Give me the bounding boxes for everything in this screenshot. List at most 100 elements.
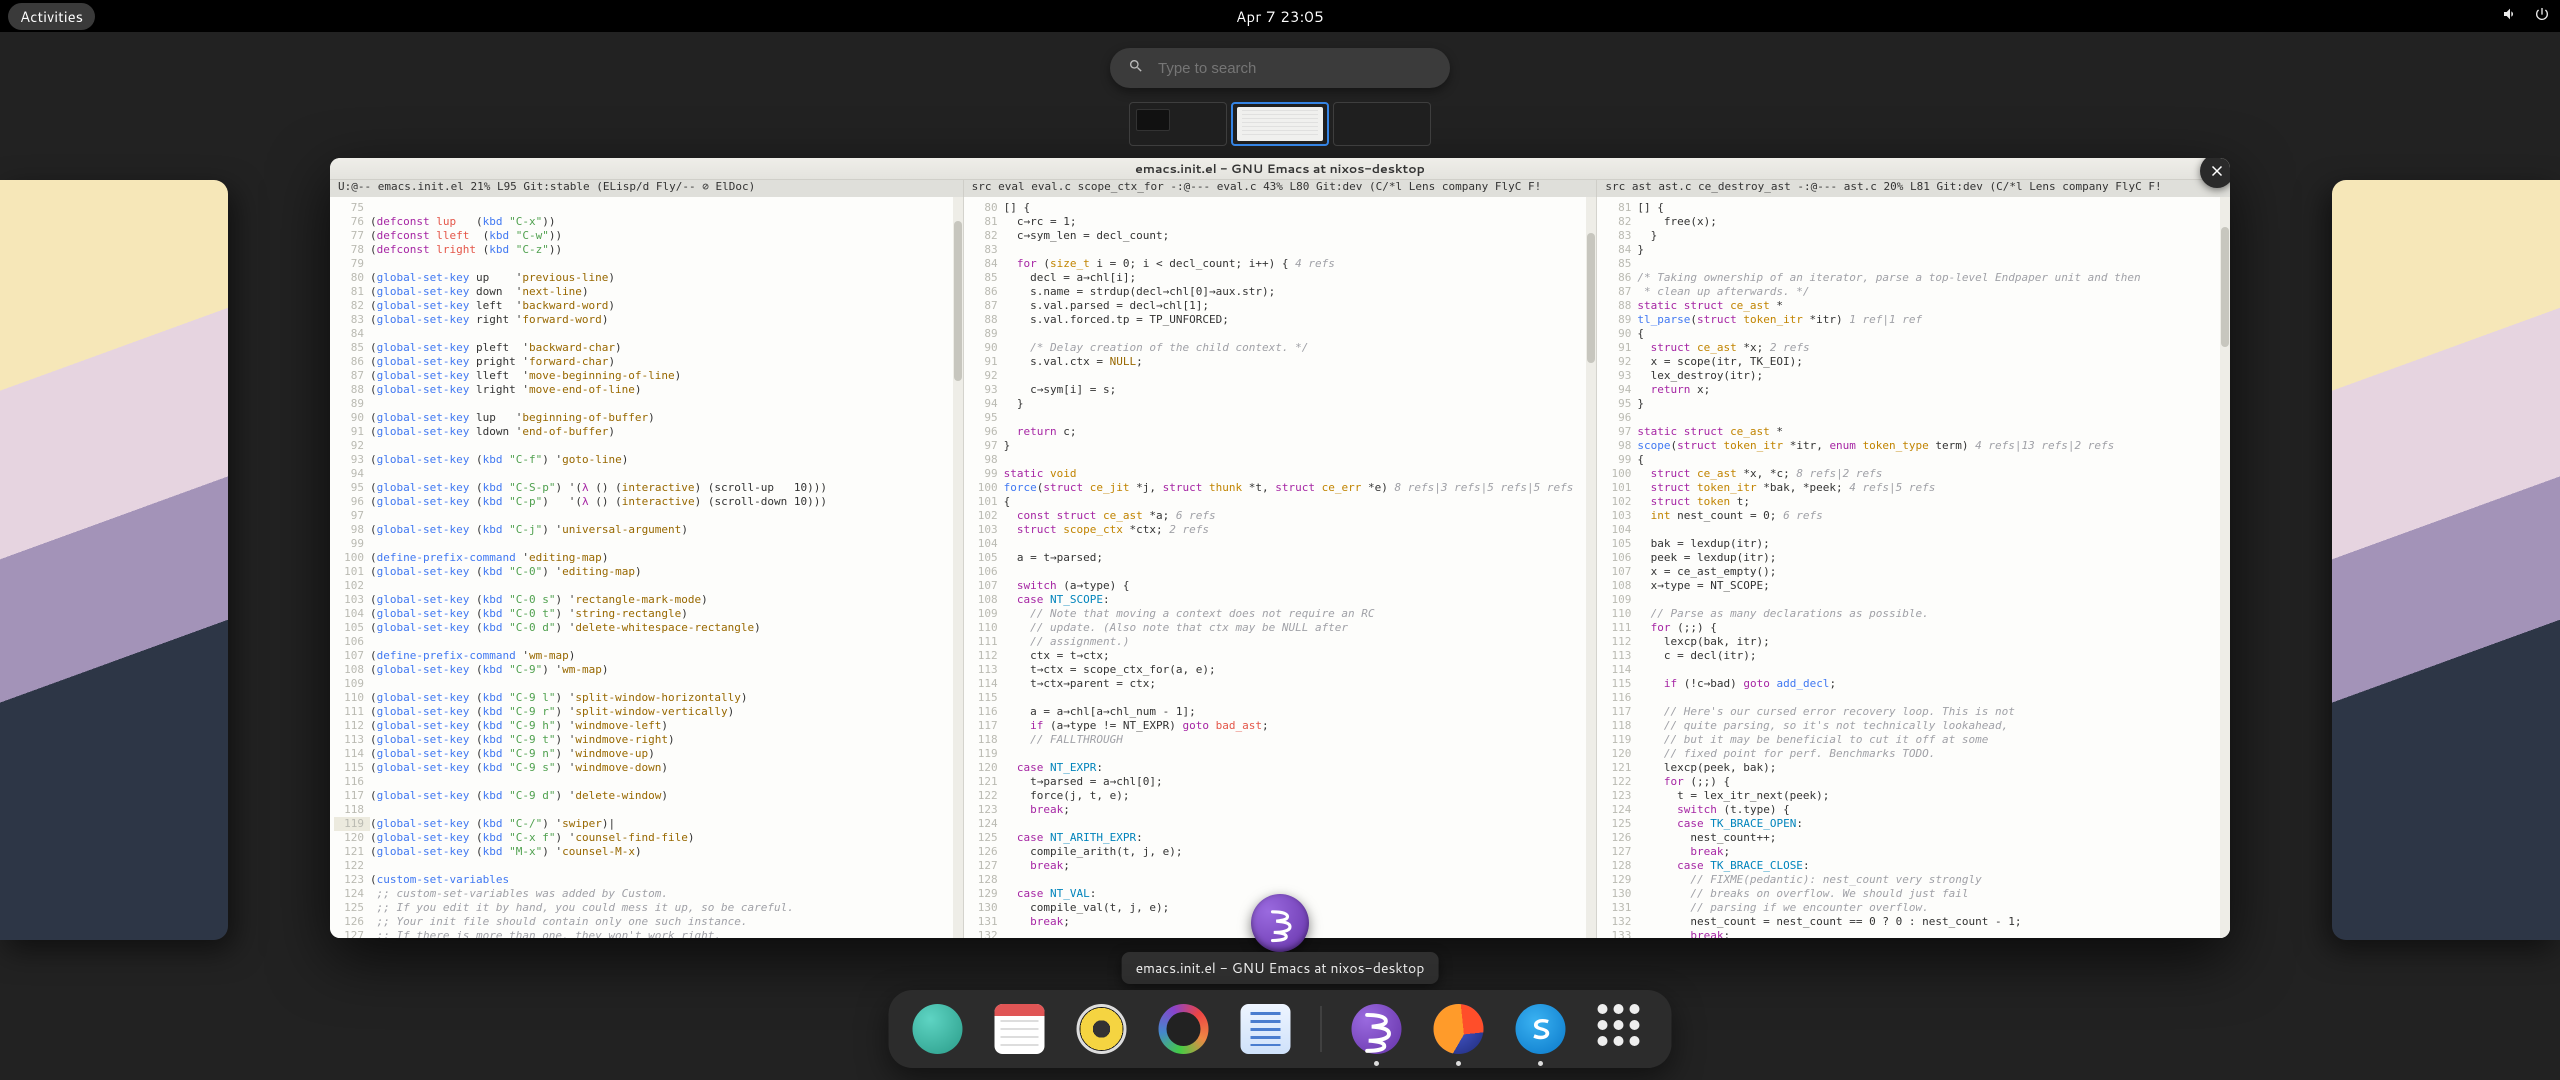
scrollbar-thumb[interactable] [2221, 227, 2229, 347]
code-line[interactable]: 127 break; [1601, 845, 2230, 859]
code-line[interactable]: 113 t→ctx = scope_ctx_for(a, e); [968, 663, 1597, 677]
power-icon[interactable] [2534, 6, 2550, 27]
code-line[interactable]: 126 ;; Your init file should contain onl… [334, 915, 963, 929]
code-line[interactable]: 117 // Here's our cursed error recovery … [1601, 705, 2230, 719]
dock-item-show-apps[interactable] [1596, 1002, 1650, 1056]
code-line[interactable]: 90(global-set-key lup 'beginning-of-buff… [334, 411, 963, 425]
code-line[interactable]: 121(global-set-key (kbd "M-x") 'counsel-… [334, 845, 963, 859]
code-line[interactable]: 120(global-set-key (kbd "C-x f") 'counse… [334, 831, 963, 845]
code-line[interactable]: 92 [334, 439, 963, 453]
code-line[interactable]: 123 break; [968, 803, 1597, 817]
code-line[interactable]: 93 c→sym[i] = s; [968, 383, 1597, 397]
code-line[interactable]: 123(custom-set-variables [334, 873, 963, 887]
scrollbar-thumb[interactable] [1587, 233, 1595, 363]
code-line[interactable]: 116 [334, 775, 963, 789]
code-line[interactable]: 85 [1601, 257, 2230, 271]
code-line[interactable]: 88(global-set-key lright 'move-end-of-li… [334, 383, 963, 397]
window-close-button[interactable] [2200, 158, 2230, 188]
code-line[interactable]: 124 [968, 817, 1597, 831]
code-line[interactable]: 92 [968, 369, 1597, 383]
code-line[interactable]: 77(defconst lleft (kbd "C-w")) [334, 229, 963, 243]
emacs-pane-left[interactable]: 7576(defconst lup (kbd "C-x"))77(defcons… [330, 197, 964, 938]
code-line[interactable]: 120 case NT_EXPR: [968, 761, 1597, 775]
code-line[interactable]: 84 for (size_t i = 0; i < decl_count; i+… [968, 257, 1597, 271]
overview-search[interactable] [1110, 48, 1450, 88]
dock-item-firefox[interactable] [1432, 1002, 1486, 1056]
code-line[interactable]: 124 switch (t.type) { [1601, 803, 2230, 817]
code-line[interactable]: 114 t→ctx→parent = ctx; [968, 677, 1597, 691]
code-line[interactable]: 97} [968, 439, 1597, 453]
code-line[interactable]: 87 s.val.parsed = decl→chl[1]; [968, 299, 1597, 313]
code-line[interactable]: 95} [1601, 397, 2230, 411]
dock-item-web-browser[interactable] [911, 1002, 965, 1056]
code-line[interactable]: 93 lex_destroy(itr); [1601, 369, 2230, 383]
code-line[interactable]: 126 compile_arith(t, j, e); [968, 845, 1597, 859]
code-line[interactable]: 106 peek = lexdup(itr); [1601, 551, 2230, 565]
code-line[interactable]: 83 [968, 243, 1597, 257]
code-line[interactable]: 90{ [1601, 327, 2230, 341]
code-line[interactable]: 112 lexcp(bak, itr); [1601, 635, 2230, 649]
code-line[interactable]: 116 a = a→chl[a→chl_num - 1]; [968, 705, 1597, 719]
code-line[interactable]: 99static void [968, 467, 1597, 481]
code-line[interactable]: 107(define-prefix-command 'wm-map) [334, 649, 963, 663]
dock-item-calendar[interactable] [993, 1002, 1047, 1056]
code-line[interactable]: 99 [334, 537, 963, 551]
code-line[interactable]: 127 ;; If there is more than one, they w… [334, 929, 963, 938]
dock-item-emacs[interactable] [1350, 1002, 1404, 1056]
code-line[interactable]: 129 // FIXME(pedantic): nest_count very … [1601, 873, 2230, 887]
code-line[interactable]: 88static struct ce_ast * [1601, 299, 2230, 313]
code-line[interactable]: 97static struct ce_ast * [1601, 425, 2230, 439]
code-line[interactable]: 94 return x; [1601, 383, 2230, 397]
code-line[interactable]: 107 x = ce_ast_empty(); [1601, 565, 2230, 579]
code-line[interactable]: 104 [968, 537, 1597, 551]
dock-item-rhythmbox[interactable] [1075, 1002, 1129, 1056]
code-line[interactable]: 79 [334, 257, 963, 271]
code-line[interactable]: 86(global-set-key pright 'forward-char) [334, 355, 963, 369]
code-line[interactable]: 95 [968, 411, 1597, 425]
code-line[interactable]: 94 [334, 467, 963, 481]
code-line[interactable]: 109 [334, 677, 963, 691]
code-line[interactable]: 105 a = t→parsed; [968, 551, 1597, 565]
code-line[interactable]: 75 [334, 201, 963, 215]
code-line[interactable]: 131 // parsing if we encounter overflow. [1601, 901, 2230, 915]
activities-button[interactable]: Activities [8, 3, 95, 30]
code-line[interactable]: 81(global-set-key down 'next-line) [334, 285, 963, 299]
code-line[interactable]: 83 } [1601, 229, 2230, 243]
code-line[interactable]: 88 s.val.forced.tp = TP_UNFORCED; [968, 313, 1597, 327]
code-line[interactable]: 117(global-set-key (kbd "C-9 d") 'delete… [334, 789, 963, 803]
code-line[interactable]: 110(global-set-key (kbd "C-9 l") 'split-… [334, 691, 963, 705]
scrollbar[interactable] [1586, 197, 1596, 938]
code-line[interactable]: 109 [1601, 593, 2230, 607]
code-line[interactable]: 117 if (a→type != NT_EXPR) goto bad_ast; [968, 719, 1597, 733]
code-line[interactable]: 94 } [968, 397, 1597, 411]
code-line[interactable]: 110 // update. (Also note that ctx may b… [968, 621, 1597, 635]
volume-icon[interactable] [2502, 6, 2518, 27]
code-line[interactable]: 122 [334, 859, 963, 873]
code-line[interactable]: 85(global-set-key pleft 'backward-char) [334, 341, 963, 355]
code-line[interactable]: 111(global-set-key (kbd "C-9 r") 'split-… [334, 705, 963, 719]
code-line[interactable]: 105(global-set-key (kbd "C-0 d") 'delete… [334, 621, 963, 635]
code-line[interactable]: 80(global-set-key up 'previous-line) [334, 271, 963, 285]
code-line[interactable]: 111 for (;;) { [1601, 621, 2230, 635]
code-line[interactable]: 91 s.val.ctx = NULL; [968, 355, 1597, 369]
emacs-pane-right[interactable]: 81[] {82 free(x);83 }84}8586/* Taking ow… [1597, 197, 2230, 938]
code-line[interactable]: 95(global-set-key (kbd "C-S-p") '(λ () (… [334, 481, 963, 495]
code-line[interactable]: 91(global-set-key ldown 'end-of-buffer) [334, 425, 963, 439]
code-line[interactable]: 96 [1601, 411, 2230, 425]
code-line[interactable]: 78(defconst lright (kbd "C-z")) [334, 243, 963, 257]
code-line[interactable]: 92 x = scope(itr, TK_EOI); [1601, 355, 2230, 369]
code-line[interactable]: 87 * clean up afterwards. */ [1601, 285, 2230, 299]
code-line[interactable]: 99{ [1601, 453, 2230, 467]
code-line[interactable]: 103(global-set-key (kbd "C-0 s") 'rectan… [334, 593, 963, 607]
code-line[interactable]: 109 // Note that moving a context does n… [968, 607, 1597, 621]
code-line[interactable]: 108 x→type = NT_SCOPE; [1601, 579, 2230, 593]
code-line[interactable]: 112(global-set-key (kbd "C-9 h") 'windmo… [334, 719, 963, 733]
code-line[interactable]: 101{ [968, 495, 1597, 509]
code-line[interactable]: 128 case TK_BRACE_CLOSE: [1601, 859, 2230, 873]
code-line[interactable]: 128 [968, 873, 1597, 887]
code-line[interactable]: 97 [334, 509, 963, 523]
code-line[interactable]: 114 [1601, 663, 2230, 677]
code-line[interactable]: 76(defconst lup (kbd "C-x")) [334, 215, 963, 229]
workspace-peek-left[interactable] [0, 180, 228, 940]
code-line[interactable]: 101(global-set-key (kbd "C-0") 'editing-… [334, 565, 963, 579]
